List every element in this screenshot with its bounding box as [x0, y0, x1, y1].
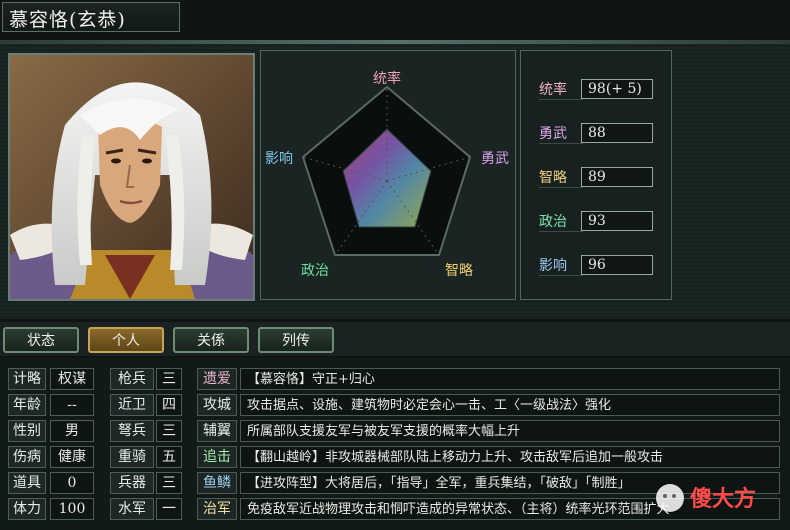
attr-label: 计略	[8, 368, 46, 390]
troop-value: 四	[156, 394, 182, 416]
skill-description: 所属部队支援友军与被友军支援的概率大幅上升	[240, 420, 780, 442]
troop-value: 一	[156, 498, 182, 520]
tab-personal[interactable]: 个人	[88, 327, 164, 353]
attr-label: 性别	[8, 420, 46, 442]
stat-label-valor: 勇武	[539, 123, 583, 144]
troop-value: 三	[156, 472, 182, 494]
skill-description: 【慕容恪】守正+归心	[240, 368, 780, 390]
attr-value: 健康	[50, 446, 94, 468]
portrait-image	[10, 55, 253, 299]
troop-value: 三	[156, 368, 182, 390]
troop-label: 兵器	[110, 472, 154, 494]
wechat-icon	[656, 484, 684, 512]
troop-label: 弩兵	[110, 420, 154, 442]
officer-portrait	[8, 53, 255, 301]
skill-tag[interactable]: 遗爱	[197, 368, 237, 390]
skill-tag[interactable]: 辅翼	[197, 420, 237, 442]
skill-tag[interactable]: 追击	[197, 446, 237, 468]
attr-label: 伤病	[8, 446, 46, 468]
radar-axis-label-3: 政治	[301, 263, 329, 279]
tab-status[interactable]: 状态	[3, 327, 79, 353]
ability-radar-chart: 统率 勇武 智略 政治 影响	[260, 50, 516, 300]
attr-value: --	[50, 394, 94, 416]
stat-label-politics: 政治	[539, 211, 583, 232]
attr-label: 体力	[8, 498, 46, 520]
radar-axis-label-4: 影响	[265, 151, 293, 167]
stat-value-strategy: 89	[581, 167, 653, 187]
attr-label: 年龄	[8, 394, 46, 416]
attr-value: 男	[50, 420, 94, 442]
skill-tag[interactable]: 攻城	[197, 394, 237, 416]
skill-tag[interactable]: 治军	[197, 498, 237, 520]
tab-biography[interactable]: 列传	[258, 327, 334, 353]
stat-value-leadership: 98(+ 5)	[581, 79, 653, 99]
radar-axis-label-0: 统率	[373, 70, 401, 87]
stat-value-influence: 96	[581, 255, 653, 275]
attr-value: 权谋	[50, 368, 94, 390]
attr-value: 100	[50, 498, 94, 520]
stat-label-strategy: 智略	[539, 167, 583, 188]
troop-label: 重骑	[110, 446, 154, 468]
stat-value-valor: 88	[581, 123, 653, 143]
tab-relations[interactable]: 关係	[173, 327, 249, 353]
title-bar: 慕容恪(玄恭)	[2, 2, 180, 32]
troop-label: 枪兵	[110, 368, 154, 390]
skill-description: 攻击据点、设施、建筑物时必定会心一击、工〈一级战法〉强化	[240, 394, 780, 416]
stat-value-politics: 93	[581, 211, 653, 231]
skill-tag[interactable]: 鱼鳞	[197, 472, 237, 494]
page-title: 慕容恪(玄恭)	[9, 9, 126, 31]
troop-value: 五	[156, 446, 182, 468]
troop-label: 近卫	[110, 394, 154, 416]
ability-stats-panel: 统率 98(+ 5) 勇武 88 智略 89 政治 93 影响 96	[520, 50, 672, 300]
watermark-text: 傻大方	[690, 486, 756, 512]
radar-axis-label-1: 勇武	[481, 151, 509, 167]
troop-label: 水军	[110, 498, 154, 520]
attr-value: 0	[50, 472, 94, 494]
stat-label-leadership: 统率	[539, 79, 583, 100]
watermark: 傻大方	[650, 478, 778, 518]
attr-label: 道具	[8, 472, 46, 494]
stat-label-influence: 影响	[539, 255, 583, 276]
troop-value: 三	[156, 420, 182, 442]
skill-description: 【翻山越岭】非攻城器械部队陆上移动力上升、攻击敌军后追加一般攻击	[240, 446, 780, 468]
radar-axis-label-2: 智略	[445, 263, 473, 279]
